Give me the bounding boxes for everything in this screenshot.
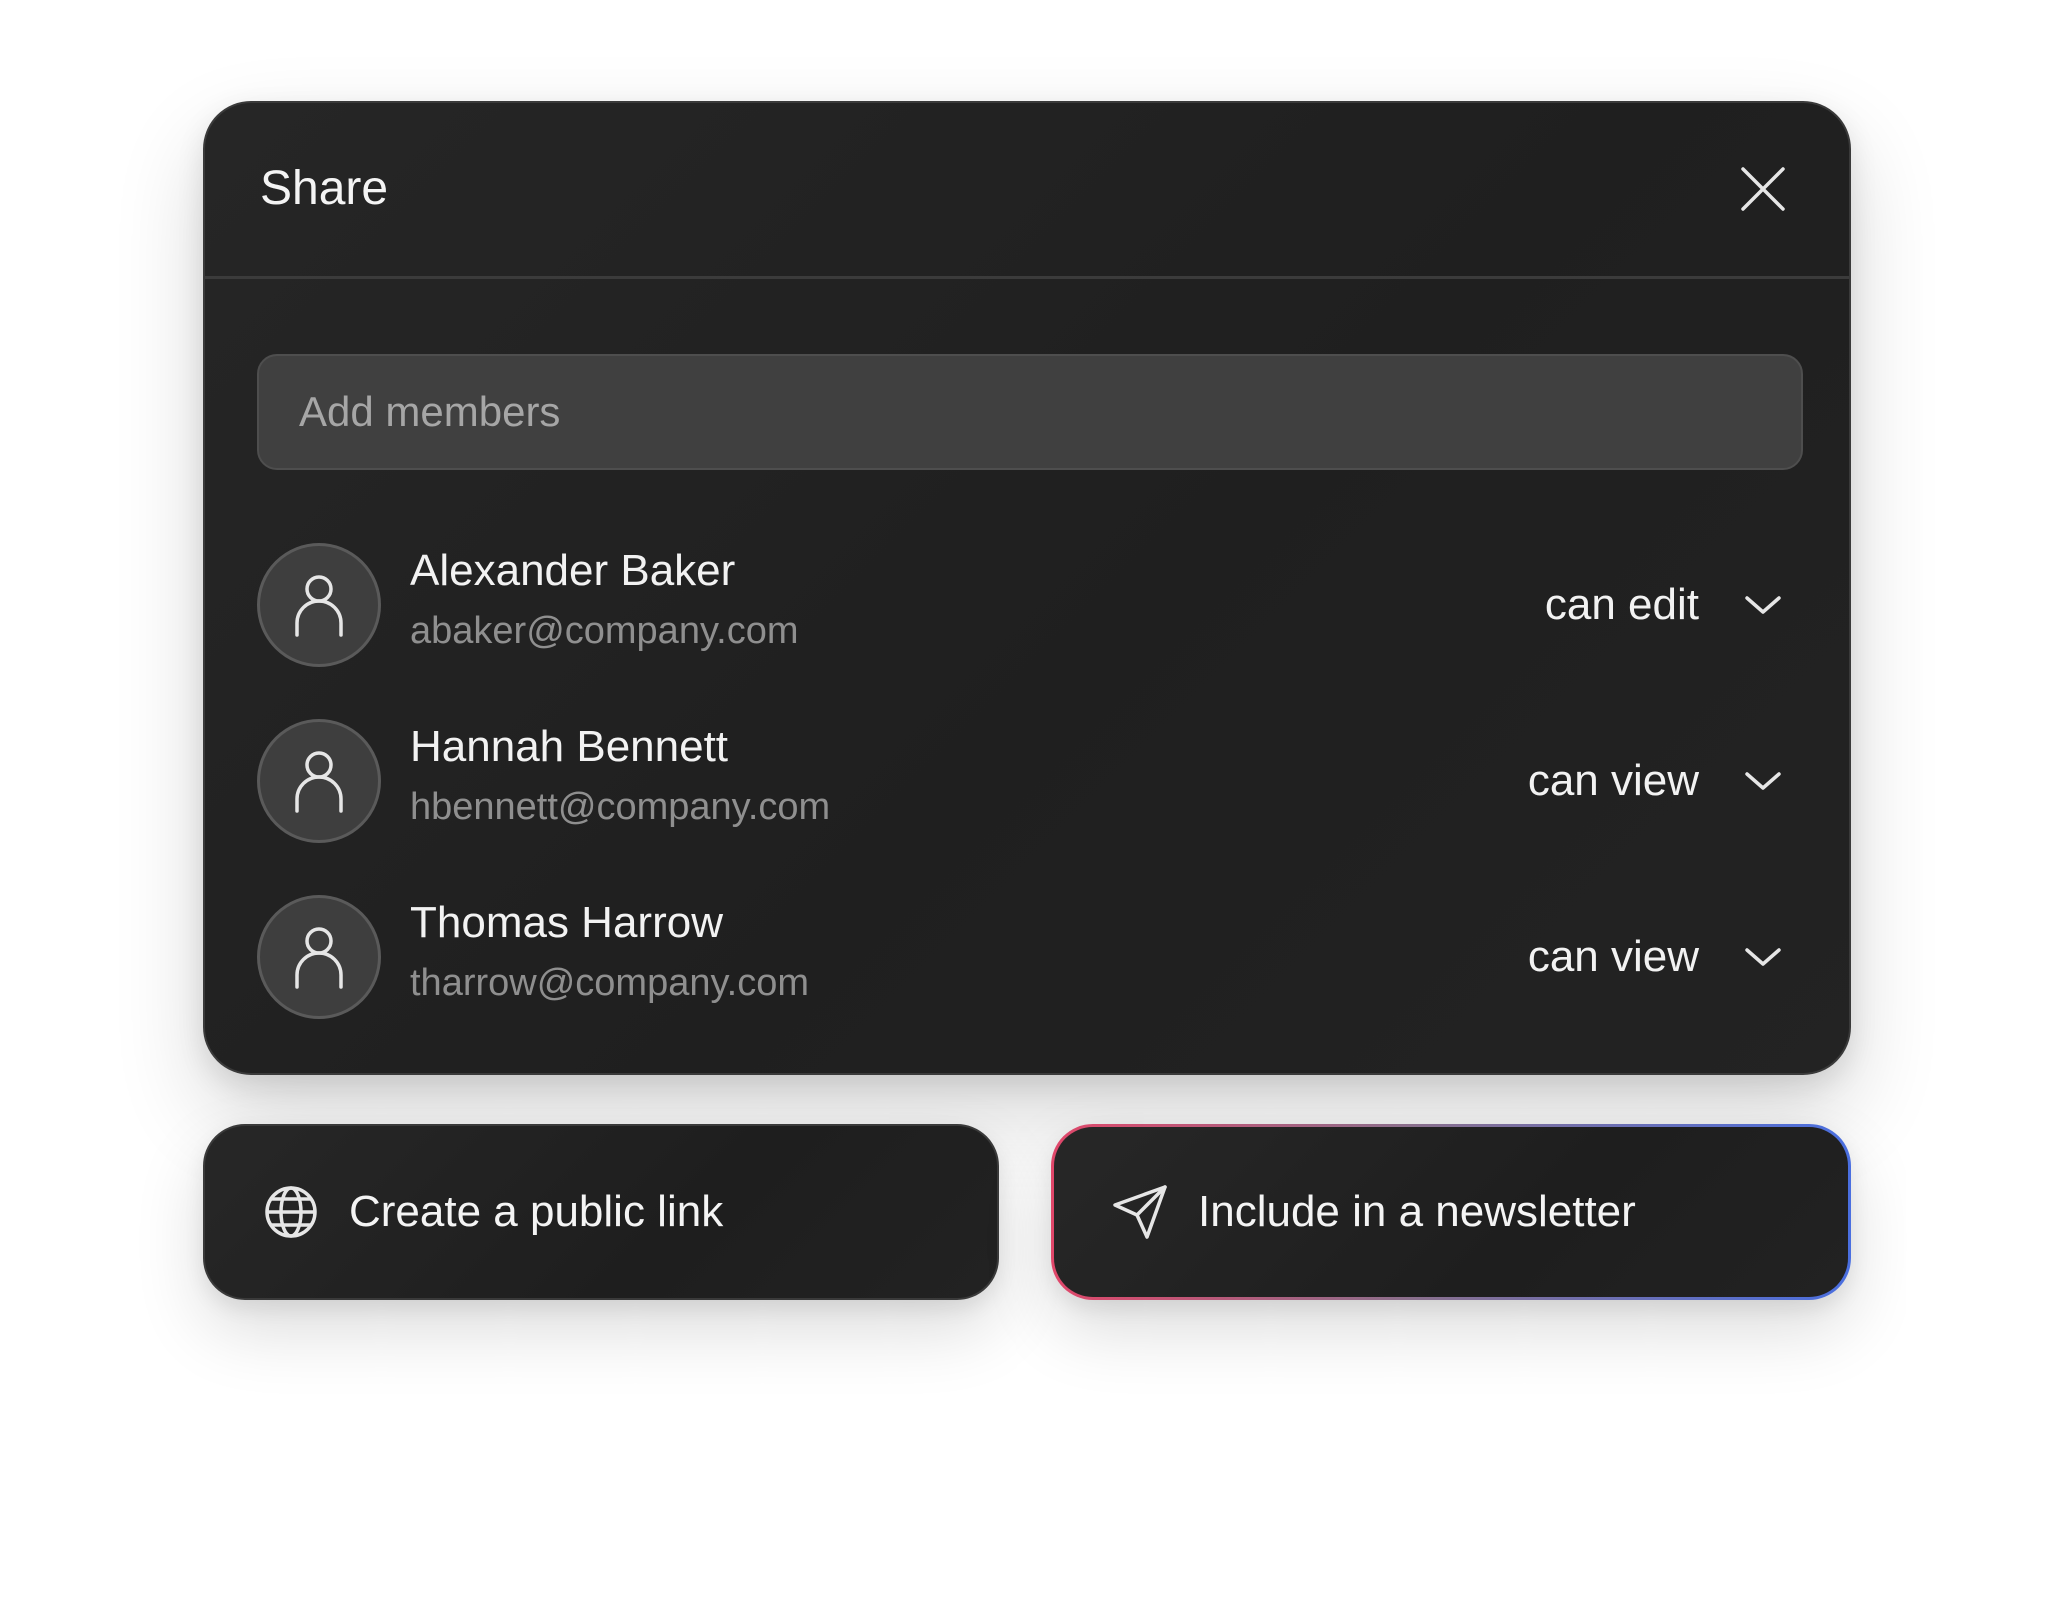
avatar (257, 543, 381, 667)
user-icon (295, 751, 343, 813)
add-members-input[interactable] (259, 356, 1801, 468)
permission-dropdown[interactable]: can view (1528, 923, 1803, 991)
dialog-header: Share (205, 103, 1849, 279)
member-row: Alexander Baker abaker@company.com can e… (257, 543, 1803, 667)
permission-label: can view (1527, 756, 1699, 805)
add-members-field[interactable] (257, 354, 1803, 470)
member-name: Alexander Baker (410, 546, 736, 595)
include-in-newsletter-button[interactable]: Include in a newsletter (1051, 1124, 1851, 1300)
avatar (257, 719, 381, 843)
dialog-title: Share (260, 162, 389, 215)
member-email: tharrow@company.com (410, 962, 809, 1004)
member-name: Hannah Bennett (410, 722, 729, 771)
include-in-newsletter-label: Include in a newsletter (1198, 1187, 1636, 1236)
close-button[interactable] (1733, 159, 1793, 219)
chevron-down-icon (1737, 579, 1789, 631)
create-public-link-label: Create a public link (349, 1187, 724, 1236)
permission-dropdown[interactable]: can edit (1545, 571, 1803, 639)
user-icon (295, 575, 343, 637)
permission-label: can view (1527, 932, 1699, 981)
globe-icon (261, 1182, 321, 1242)
close-icon (1741, 167, 1785, 211)
chevron-down-icon (1737, 931, 1789, 983)
create-public-link-button[interactable]: Create a public link (203, 1124, 999, 1300)
user-icon (295, 927, 343, 989)
share-dialog: Share Alexander Baker abaker@company.com… (203, 101, 1851, 1075)
permission-dropdown[interactable]: can view (1528, 747, 1803, 815)
member-email: hbennett@company.com (410, 786, 831, 828)
permission-label: can edit (1544, 580, 1699, 629)
member-row: Thomas Harrow tharrow@company.com can vi… (257, 895, 1803, 1019)
avatar (257, 895, 381, 1019)
send-icon (1110, 1182, 1170, 1242)
member-row: Hannah Bennett hbennett@company.com can … (257, 719, 1803, 843)
chevron-down-icon (1737, 755, 1789, 807)
member-name: Thomas Harrow (410, 898, 723, 947)
member-email: abaker@company.com (410, 610, 799, 652)
